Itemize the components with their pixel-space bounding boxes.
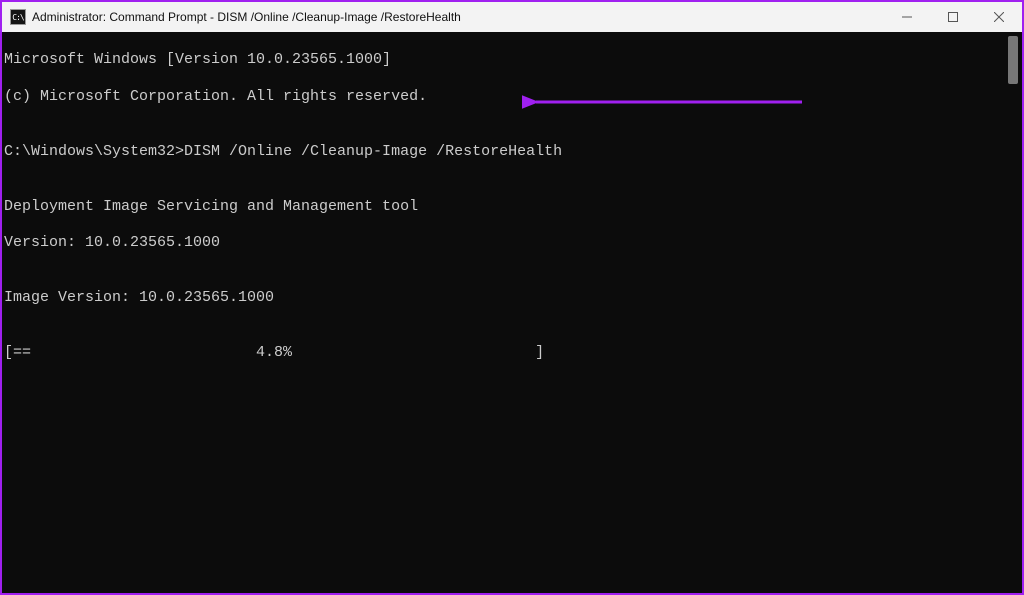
window-title: Administrator: Command Prompt - DISM /On…	[32, 10, 461, 24]
console-output[interactable]: Microsoft Windows [Version 10.0.23565.10…	[2, 32, 1022, 593]
minimize-button[interactable]	[884, 2, 930, 32]
close-icon	[994, 12, 1004, 22]
console-progress-line: [== 4.8% ]	[2, 344, 1022, 362]
window-controls	[884, 2, 1022, 32]
annotation-border: C:\ Administrator: Command Prompt - DISM…	[0, 0, 1024, 595]
titlebar-left: C:\ Administrator: Command Prompt - DISM…	[2, 9, 884, 25]
console-line: Deployment Image Servicing and Managemen…	[2, 198, 1022, 216]
console-line: Image Version: 10.0.23565.1000	[2, 289, 1022, 307]
maximize-button[interactable]	[930, 2, 976, 32]
console-line: Microsoft Windows [Version 10.0.23565.10…	[2, 51, 1022, 69]
maximize-icon	[948, 12, 958, 22]
console-prompt-line: C:\Windows\System32>DISM /Online /Cleanu…	[2, 143, 1022, 161]
console-line: Version: 10.0.23565.1000	[2, 234, 1022, 252]
command-prompt-window: C:\ Administrator: Command Prompt - DISM…	[2, 2, 1022, 593]
app-icon-text: C:\	[12, 13, 23, 22]
console-line: (c) Microsoft Corporation. All rights re…	[2, 88, 1022, 106]
minimize-icon	[902, 12, 912, 22]
close-button[interactable]	[976, 2, 1022, 32]
command-prompt-icon: C:\	[10, 9, 26, 25]
scrollbar-thumb[interactable]	[1008, 36, 1018, 84]
titlebar[interactable]: C:\ Administrator: Command Prompt - DISM…	[2, 2, 1022, 32]
